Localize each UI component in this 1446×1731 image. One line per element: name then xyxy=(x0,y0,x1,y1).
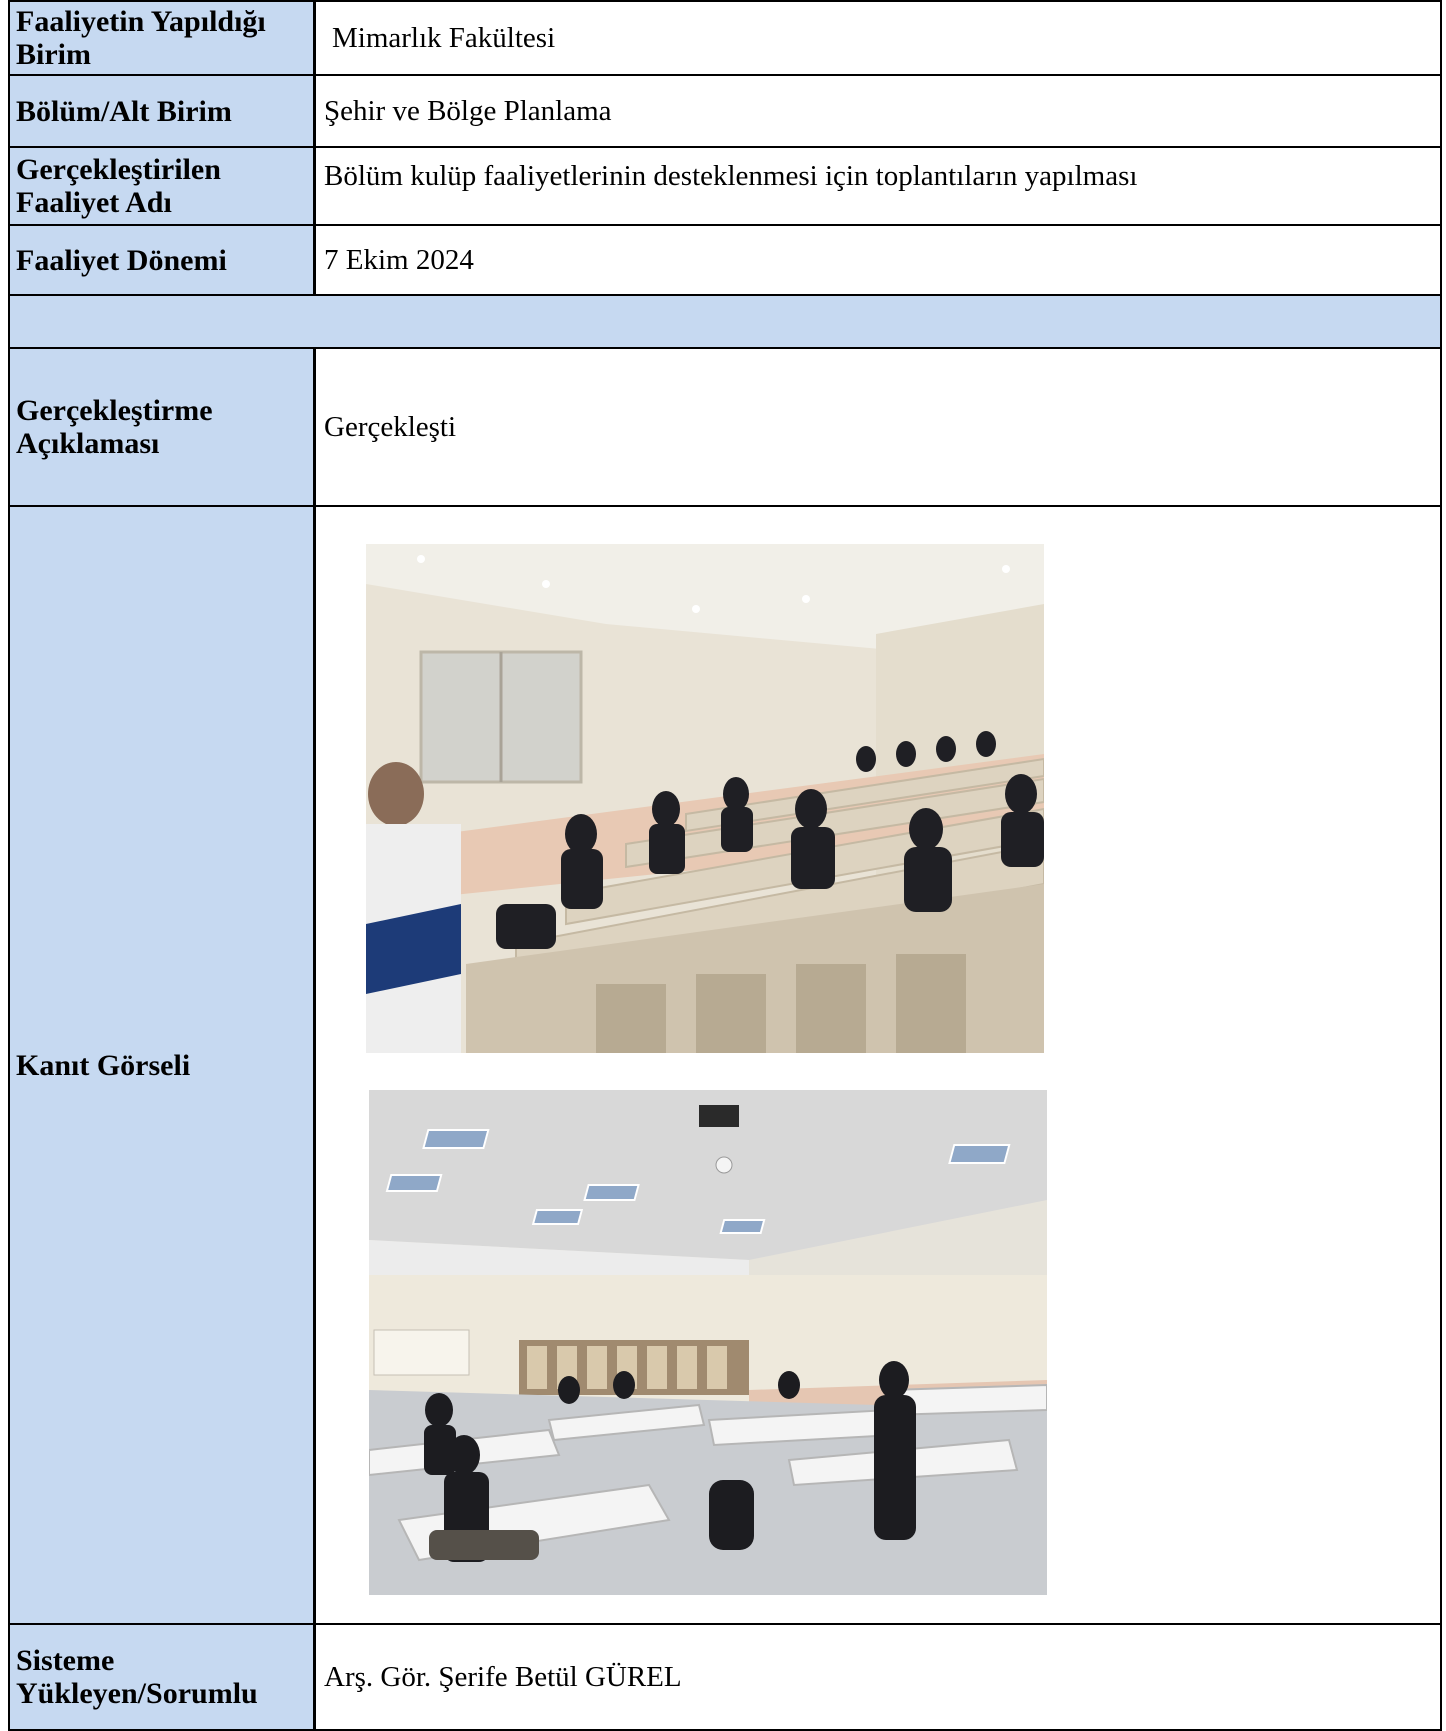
evidence-value xyxy=(315,505,1442,1625)
department-label: Bölüm/Alt Birim xyxy=(8,74,315,148)
classroom-image xyxy=(369,1090,1047,1595)
row-evidence: Kanıt Görseli xyxy=(8,505,1442,1625)
responsible-label: Sisteme Yükleyen/Sorumlu xyxy=(8,1623,315,1731)
responsible-value: Arş. Gör. Şerife Betül GÜREL xyxy=(315,1623,1442,1731)
lecture-hall-image xyxy=(366,544,1044,1053)
department-value: Şehir ve Bölge Planlama xyxy=(315,74,1442,148)
realization-label: Gerçekleştirme Açıklaması xyxy=(8,347,315,507)
activity-name-value: Bölüm kulüp faaliyetlerinin desteklenmes… xyxy=(315,146,1442,226)
activity-report-form: Faaliyetin Yapıldığı Birim Mimarlık Fakü… xyxy=(8,0,1442,1731)
row-unit: Faaliyetin Yapıldığı Birim Mimarlık Fakü… xyxy=(8,0,1442,76)
activity-name-label: Gerçekleştirilen Faaliyet Adı xyxy=(8,146,315,226)
period-value: 7 Ekim 2024 xyxy=(315,224,1442,296)
realization-value: Gerçekleşti xyxy=(315,347,1442,507)
row-activity-name: Gerçekleştirilen Faaliyet Adı Bölüm kulü… xyxy=(8,146,1442,226)
row-period: Faaliyet Dönemi 7 Ekim 2024 xyxy=(8,224,1442,296)
row-responsible: Sisteme Yükleyen/Sorumlu Arş. Gör. Şerif… xyxy=(8,1623,1442,1731)
period-label: Faaliyet Dönemi xyxy=(8,224,315,296)
row-department: Bölüm/Alt Birim Şehir ve Bölge Planlama xyxy=(8,74,1442,148)
lecture-hall-photo xyxy=(366,544,1044,1053)
unit-label: Faaliyetin Yapıldığı Birim xyxy=(8,0,315,76)
row-realization: Gerçekleştirme Açıklaması Gerçekleşti xyxy=(8,347,1442,507)
evidence-label: Kanıt Görseli xyxy=(8,505,315,1625)
classroom-photo xyxy=(369,1090,1047,1595)
separator-bar xyxy=(8,294,1442,349)
unit-value: Mimarlık Fakültesi xyxy=(315,0,1442,76)
section-separator xyxy=(8,294,1442,349)
